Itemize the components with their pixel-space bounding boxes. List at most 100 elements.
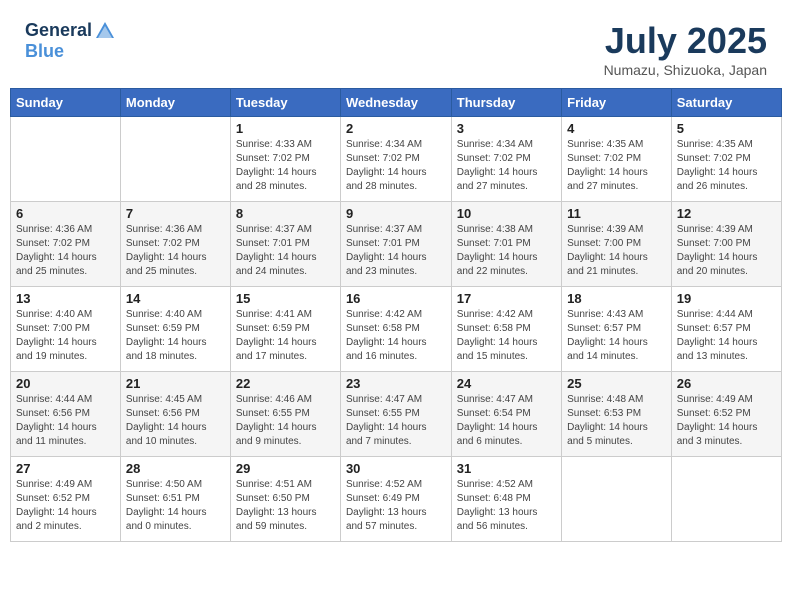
month-title: July 2025 (604, 20, 767, 62)
calendar-cell: 4 Sunrise: 4:35 AM Sunset: 7:02 PM Daylig… (562, 117, 672, 202)
day-info: Sunrise: 4:47 AM Sunset: 6:54 PM Dayligh… (457, 393, 556, 449)
day-number: 23 (346, 376, 446, 391)
day-number: 1 (236, 121, 335, 136)
day-info: Sunrise: 4:41 AM Sunset: 6:59 PM Dayligh… (236, 308, 335, 364)
day-info: Sunrise: 4:50 AM Sunset: 6:51 PM Dayligh… (126, 478, 225, 534)
day-number: 7 (126, 206, 225, 221)
day-info: Sunrise: 4:42 AM Sunset: 6:58 PM Dayligh… (346, 308, 446, 364)
week-row-3: 13Sunrise: 4:40 AM Sunset: 7:00 PM Dayli… (11, 287, 782, 372)
day-number: 2 (346, 121, 446, 136)
day-number: 16 (346, 291, 446, 306)
day-info: Sunrise: 4:34 AM Sunset: 7:02 PM Dayligh… (346, 138, 446, 194)
day-info: Sunrise: 4:49 AM Sunset: 6:52 PM Dayligh… (677, 393, 776, 449)
column-header-monday: Monday (120, 89, 230, 117)
calendar-cell (120, 117, 230, 202)
column-header-saturday: Saturday (671, 89, 781, 117)
calendar-cell: 25 Sunrise: 4:48 AM Sunset: 6:53 PM Dayli… (562, 372, 672, 457)
calendar-cell: 23Sunrise: 4:47 AM Sunset: 6:55 PM Dayli… (340, 372, 451, 457)
day-info: Sunrise: 4:46 AM Sunset: 6:55 PM Dayligh… (236, 393, 335, 449)
day-number: 25 (567, 376, 666, 391)
column-header-tuesday: Tuesday (230, 89, 340, 117)
day-number: 5 (677, 121, 776, 136)
day-info: Sunrise: 4:38 AM Sunset: 7:01 PM Dayligh… (457, 223, 556, 279)
day-number: 12 (677, 206, 776, 221)
day-info: Sunrise: 4:49 AM Sunset: 6:52 PM Dayligh… (16, 478, 115, 534)
calendar-cell: 6Sunrise: 4:36 AM Sunset: 7:02 PM Daylig… (11, 202, 121, 287)
calendar-cell: 21 Sunrise: 4:45 AM Sunset: 6:56 PM Dayli… (120, 372, 230, 457)
day-info: Sunrise: 4:44 AM Sunset: 6:56 PM Dayligh… (16, 393, 115, 449)
week-row-4: 20 Sunrise: 4:44 AM Sunset: 6:56 PM Dayli… (11, 372, 782, 457)
calendar-cell: 19 Sunrise: 4:44 AM Sunset: 6:57 PM Dayli… (671, 287, 781, 372)
day-info: Sunrise: 4:39 AM Sunset: 7:00 PM Dayligh… (567, 223, 666, 279)
column-header-thursday: Thursday (451, 89, 561, 117)
column-header-wednesday: Wednesday (340, 89, 451, 117)
calendar-cell: 10 Sunrise: 4:38 AM Sunset: 7:01 PM Dayli… (451, 202, 561, 287)
calendar-cell: 17 Sunrise: 4:42 AM Sunset: 6:58 PM Dayli… (451, 287, 561, 372)
day-number: 28 (126, 461, 225, 476)
day-info: Sunrise: 4:39 AM Sunset: 7:00 PM Dayligh… (677, 223, 776, 279)
column-header-sunday: Sunday (11, 89, 121, 117)
day-number: 14 (126, 291, 225, 306)
week-row-1: 1Sunrise: 4:33 AM Sunset: 7:02 PM Daylig… (11, 117, 782, 202)
day-number: 27 (16, 461, 115, 476)
calendar: SundayMondayTuesdayWednesdayThursdayFrid… (10, 88, 782, 542)
day-info: Sunrise: 4:51 AM Sunset: 6:50 PM Dayligh… (236, 478, 335, 534)
day-number: 3 (457, 121, 556, 136)
location: Numazu, Shizuoka, Japan (604, 62, 767, 78)
day-number: 30 (346, 461, 446, 476)
day-info: Sunrise: 4:35 AM Sunset: 7:02 PM Dayligh… (567, 138, 666, 194)
calendar-cell: 28 Sunrise: 4:50 AM Sunset: 6:51 PM Dayli… (120, 457, 230, 542)
day-info: Sunrise: 4:45 AM Sunset: 6:56 PM Dayligh… (126, 393, 225, 449)
day-number: 18 (567, 291, 666, 306)
calendar-cell: 22Sunrise: 4:46 AM Sunset: 6:55 PM Dayli… (230, 372, 340, 457)
calendar-cell: 20 Sunrise: 4:44 AM Sunset: 6:56 PM Dayli… (11, 372, 121, 457)
day-info: Sunrise: 4:37 AM Sunset: 7:01 PM Dayligh… (236, 223, 335, 279)
calendar-cell: 27 Sunrise: 4:49 AM Sunset: 6:52 PM Dayli… (11, 457, 121, 542)
logo-text: General Blue (25, 20, 116, 62)
day-number: 31 (457, 461, 556, 476)
day-number: 13 (16, 291, 115, 306)
calendar-cell (671, 457, 781, 542)
calendar-cell: 2 Sunrise: 4:34 AM Sunset: 7:02 PM Daylig… (340, 117, 451, 202)
calendar-cell (562, 457, 672, 542)
day-info: Sunrise: 4:48 AM Sunset: 6:53 PM Dayligh… (567, 393, 666, 449)
day-info: Sunrise: 4:34 AM Sunset: 7:02 PM Dayligh… (457, 138, 556, 194)
day-info: Sunrise: 4:37 AM Sunset: 7:01 PM Dayligh… (346, 223, 446, 279)
day-number: 17 (457, 291, 556, 306)
logo: General Blue (25, 20, 116, 62)
calendar-cell: 3 Sunrise: 4:34 AM Sunset: 7:02 PM Daylig… (451, 117, 561, 202)
week-row-5: 27 Sunrise: 4:49 AM Sunset: 6:52 PM Dayli… (11, 457, 782, 542)
calendar-header-row: SundayMondayTuesdayWednesdayThursdayFrid… (11, 89, 782, 117)
day-info: Sunrise: 4:35 AM Sunset: 7:02 PM Dayligh… (677, 138, 776, 194)
calendar-cell: 11 Sunrise: 4:39 AM Sunset: 7:00 PM Dayli… (562, 202, 672, 287)
calendar-cell: 31 Sunrise: 4:52 AM Sunset: 6:48 PM Dayli… (451, 457, 561, 542)
day-info: Sunrise: 4:42 AM Sunset: 6:58 PM Dayligh… (457, 308, 556, 364)
day-number: 8 (236, 206, 335, 221)
day-number: 26 (677, 376, 776, 391)
calendar-cell: 24 Sunrise: 4:47 AM Sunset: 6:54 PM Dayli… (451, 372, 561, 457)
day-number: 9 (346, 206, 446, 221)
calendar-cell: 16 Sunrise: 4:42 AM Sunset: 6:58 PM Dayli… (340, 287, 451, 372)
calendar-cell: 8 Sunrise: 4:37 AM Sunset: 7:01 PM Daylig… (230, 202, 340, 287)
day-number: 21 (126, 376, 225, 391)
calendar-cell: 7 Sunrise: 4:36 AM Sunset: 7:02 PM Daylig… (120, 202, 230, 287)
day-number: 15 (236, 291, 335, 306)
day-number: 20 (16, 376, 115, 391)
day-number: 24 (457, 376, 556, 391)
day-info: Sunrise: 4:52 AM Sunset: 6:48 PM Dayligh… (457, 478, 556, 534)
day-info: Sunrise: 4:43 AM Sunset: 6:57 PM Dayligh… (567, 308, 666, 364)
calendar-cell: 5 Sunrise: 4:35 AM Sunset: 7:02 PM Daylig… (671, 117, 781, 202)
calendar-cell (11, 117, 121, 202)
day-info: Sunrise: 4:40 AM Sunset: 6:59 PM Dayligh… (126, 308, 225, 364)
day-number: 11 (567, 206, 666, 221)
day-info: Sunrise: 4:36 AM Sunset: 7:02 PM Dayligh… (126, 223, 225, 279)
day-number: 6 (16, 206, 115, 221)
page-header: General Blue July 2025 Numazu, Shizuoka,… (10, 10, 782, 83)
day-number: 10 (457, 206, 556, 221)
calendar-cell: 13Sunrise: 4:40 AM Sunset: 7:00 PM Dayli… (11, 287, 121, 372)
day-info: Sunrise: 4:44 AM Sunset: 6:57 PM Dayligh… (677, 308, 776, 364)
day-number: 4 (567, 121, 666, 136)
day-number: 19 (677, 291, 776, 306)
week-row-2: 6 Sunrise: 4:36 AM Sunset: 7:02 PM Daylig… (11, 202, 782, 287)
calendar-cell: 1Sunrise: 4:33 AM Sunset: 7:02 PM Daylig… (230, 117, 340, 202)
